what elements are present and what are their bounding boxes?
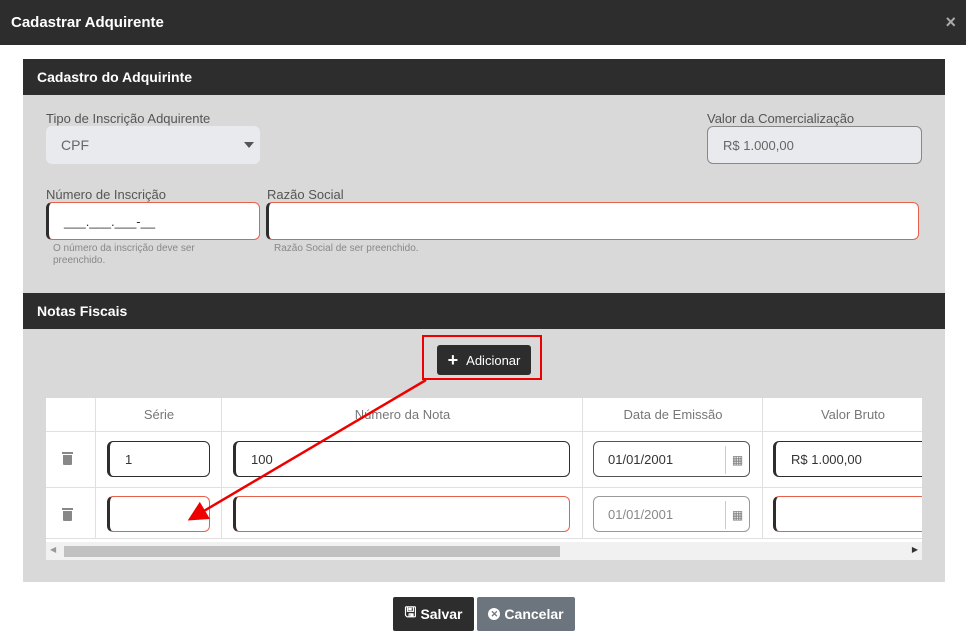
save-icon: 🖫	[404, 604, 417, 620]
save-label: Salvar	[420, 606, 463, 622]
save-button[interactable]: 🖫 Salvar	[393, 597, 474, 631]
cancel-icon: ✕	[488, 608, 501, 620]
cancel-button[interactable]: ✕ Cancelar	[477, 597, 575, 631]
annotation-arrow	[187, 378, 427, 521]
cancel-label: Cancelar	[504, 606, 564, 622]
